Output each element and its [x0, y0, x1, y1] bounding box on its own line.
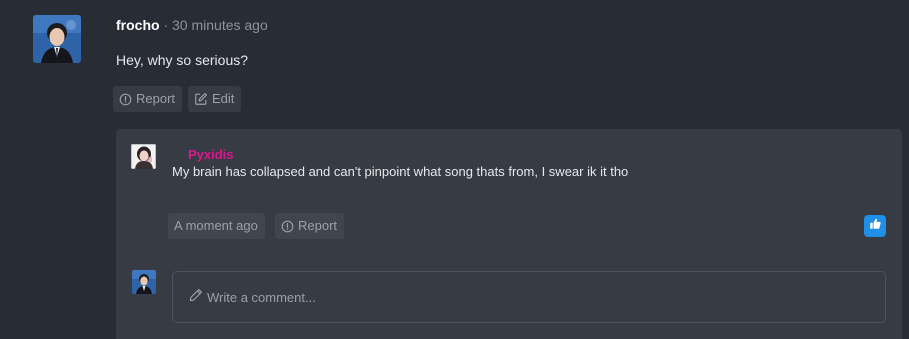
reply-body: My brain has collapsed and can't pinpoin… — [172, 164, 629, 179]
header-separator: · — [163, 17, 169, 33]
post-timestamp: 30 minutes ago — [172, 17, 268, 33]
reply-report-button[interactable]: Report — [275, 213, 345, 239]
comment-thread: frocho · 30 minutes ago Hey, why so seri… — [0, 0, 909, 339]
thumbs-up-icon — [869, 217, 882, 235]
comment-placeholder: Write a comment... — [207, 289, 316, 305]
report-label: Report — [136, 91, 176, 106]
alert-circle-icon — [119, 93, 132, 106]
post-body: Hey, why so serious? — [116, 52, 249, 68]
current-user-avatar — [132, 270, 156, 294]
like-button[interactable] — [864, 215, 886, 237]
post-header: frocho · 30 minutes ago — [116, 16, 268, 34]
report-button[interactable]: Report — [113, 86, 183, 112]
reply-avatar[interactable] — [131, 144, 156, 169]
comment-input[interactable]: Write a comment... — [172, 271, 886, 323]
reply-report-label: Report — [298, 218, 338, 233]
edit-icon — [194, 92, 208, 106]
reply-timestamp-label: A moment ago — [174, 218, 258, 233]
alert-circle-icon — [281, 220, 294, 233]
avatar[interactable] — [33, 15, 81, 63]
edit-button[interactable]: Edit — [188, 86, 242, 112]
edit-label: Edit — [212, 91, 235, 106]
pencil-icon — [189, 288, 203, 307]
post-author[interactable]: frocho — [116, 17, 160, 33]
reply-author[interactable]: Pyxidis — [188, 147, 234, 163]
reply-timestamp[interactable]: A moment ago — [168, 213, 265, 239]
reply-panel: Pyxidis My brain has collapsed and can't… — [116, 129, 902, 339]
